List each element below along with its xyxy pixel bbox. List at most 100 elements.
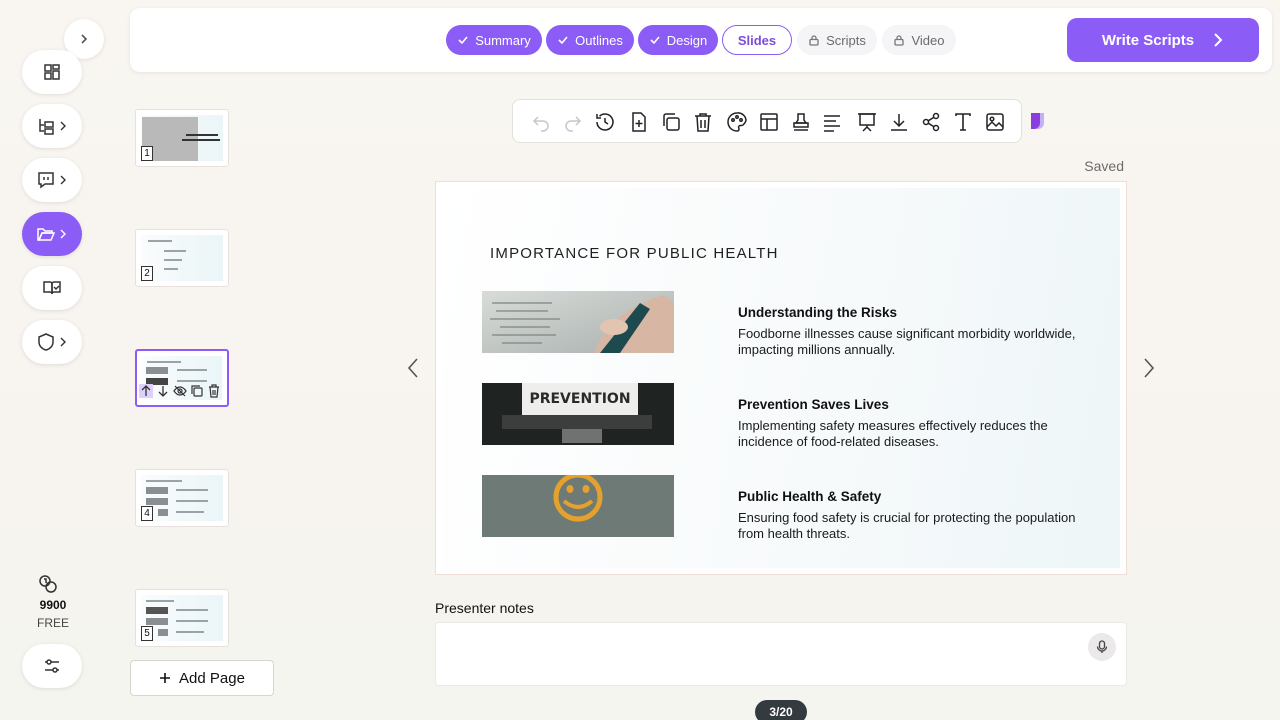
present-icon bbox=[858, 113, 876, 132]
step-slides[interactable]: Slides bbox=[722, 25, 792, 55]
chevron-right-icon bbox=[1214, 33, 1223, 47]
palette-icon bbox=[727, 112, 747, 132]
next-slide-arrow-icon[interactable] bbox=[1142, 356, 1156, 380]
lock-icon bbox=[894, 35, 905, 46]
sliders-icon bbox=[45, 659, 59, 673]
editor-toolbar bbox=[512, 99, 1022, 143]
step-scripts[interactable]: Scripts bbox=[797, 25, 877, 55]
stamp-button[interactable] bbox=[790, 111, 812, 133]
move-up-icon[interactable] bbox=[139, 384, 153, 398]
delete-icon bbox=[695, 113, 711, 132]
check-icon bbox=[458, 36, 468, 45]
delete-slide-button[interactable] bbox=[692, 111, 714, 133]
chevron-right-icon bbox=[60, 121, 66, 131]
history-icon bbox=[596, 113, 614, 131]
coins-icon bbox=[39, 575, 57, 593]
delete-icon[interactable] bbox=[207, 384, 221, 398]
image-button[interactable] bbox=[984, 111, 1006, 133]
align-button[interactable] bbox=[821, 111, 843, 133]
chat-icon bbox=[38, 172, 54, 189]
undo-button[interactable] bbox=[530, 111, 552, 133]
point-3-body[interactable]: Ensuring food safety is crucial for prot… bbox=[738, 510, 1078, 542]
duplicate-icon[interactable] bbox=[190, 384, 204, 398]
duplicate-slide-button[interactable] bbox=[660, 111, 682, 133]
duplicate-icon bbox=[663, 113, 680, 131]
slide-thumbnail-5[interactable]: 5 bbox=[135, 589, 229, 647]
chevron-right-icon bbox=[60, 175, 66, 185]
move-down-icon[interactable] bbox=[156, 384, 170, 398]
add-slide-icon bbox=[632, 112, 646, 132]
svg-text:PREVENTION: PREVENTION bbox=[529, 391, 630, 407]
sidebar-item-dashboard[interactable] bbox=[22, 50, 82, 94]
folder-open-icon bbox=[37, 228, 56, 241]
history-button[interactable] bbox=[594, 111, 616, 133]
slide-image-prevention[interactable]: PREVENTION bbox=[482, 383, 674, 445]
point-1-body[interactable]: Foodborne illnesses cause significant mo… bbox=[738, 326, 1078, 358]
undo-icon bbox=[532, 116, 549, 132]
credits-value: 9900 bbox=[39, 598, 67, 612]
smiley-face-image-icon bbox=[482, 475, 674, 537]
align-icon bbox=[824, 115, 840, 132]
redo-icon bbox=[565, 116, 582, 132]
share-button[interactable] bbox=[920, 111, 942, 133]
hide-icon[interactable] bbox=[173, 384, 187, 398]
save-status: Saved bbox=[1084, 158, 1124, 174]
point-2-title[interactable]: Prevention Saves Lives bbox=[738, 397, 889, 412]
presenter-notes-input[interactable] bbox=[435, 622, 1127, 686]
slide-image-smiley[interactable] bbox=[482, 475, 674, 537]
lock-icon bbox=[809, 35, 819, 46]
plan-label: FREE bbox=[36, 616, 69, 630]
theme-button[interactable] bbox=[726, 111, 748, 133]
previous-slide-arrow-icon[interactable] bbox=[406, 356, 420, 380]
settings-button[interactable] bbox=[22, 644, 82, 688]
sidebar-item-book[interactable] bbox=[22, 266, 82, 310]
chevron-right-icon bbox=[60, 337, 66, 347]
book-check-icon bbox=[43, 281, 61, 295]
layout-button[interactable] bbox=[758, 111, 780, 133]
shield-icon bbox=[38, 333, 54, 351]
sidebar-item-security[interactable] bbox=[22, 320, 82, 364]
point-1-title[interactable]: Understanding the Risks bbox=[738, 305, 897, 320]
dashboard-icon bbox=[44, 64, 60, 80]
text-icon bbox=[955, 113, 971, 131]
step-video[interactable]: Video bbox=[882, 25, 956, 55]
add-page-button[interactable]: Add Page bbox=[130, 660, 274, 696]
chevron-right-icon bbox=[81, 34, 88, 44]
slide-canvas[interactable]: IMPORTANCE FOR PUBLIC HEALTH Understandi… bbox=[435, 181, 1127, 575]
text-button[interactable] bbox=[952, 111, 974, 133]
top-bar: Summary Outlines Design Slides Scripts V… bbox=[130, 8, 1272, 72]
add-slide-button[interactable] bbox=[628, 111, 650, 133]
ai-assistant-icon[interactable] bbox=[1028, 111, 1050, 133]
slide-title[interactable]: IMPORTANCE FOR PUBLIC HEALTH bbox=[490, 245, 779, 262]
point-3-title[interactable]: Public Health & Safety bbox=[738, 489, 881, 504]
write-scripts-button[interactable]: Write Scripts bbox=[1067, 18, 1259, 62]
thumbnail-toolbar bbox=[139, 384, 221, 398]
present-button[interactable] bbox=[856, 111, 878, 133]
step-summary[interactable]: Summary bbox=[446, 25, 542, 55]
sidebar-item-folder[interactable] bbox=[22, 212, 82, 256]
typewriter-image-icon: PREVENTION bbox=[482, 383, 674, 445]
check-icon bbox=[558, 36, 568, 45]
chevron-right-icon bbox=[60, 229, 66, 239]
slide-thumbnail-4[interactable]: 4 bbox=[135, 469, 229, 527]
hand-writing-image-icon bbox=[482, 291, 674, 353]
slide-thumbnail-2[interactable]: 2 bbox=[135, 229, 229, 287]
sidebar-item-outlines[interactable] bbox=[22, 104, 82, 148]
microphone-icon bbox=[1096, 640, 1108, 653]
slide: IMPORTANCE FOR PUBLIC HEALTH Understandi… bbox=[442, 188, 1120, 568]
stamp-icon bbox=[793, 113, 809, 131]
slide-thumbnail-1[interactable]: 1 bbox=[135, 109, 229, 167]
step-outlines[interactable]: Outlines bbox=[546, 25, 634, 55]
point-2-body[interactable]: Implementing safety measures effectively… bbox=[738, 418, 1078, 450]
step-design[interactable]: Design bbox=[638, 25, 718, 55]
redo-button[interactable] bbox=[562, 111, 584, 133]
sidebar-item-chat[interactable] bbox=[22, 158, 82, 202]
slide-thumbnail-3[interactable] bbox=[135, 349, 229, 407]
download-button[interactable] bbox=[888, 111, 910, 133]
share-icon bbox=[922, 112, 940, 132]
download-icon bbox=[891, 114, 907, 131]
slide-image-writing[interactable] bbox=[482, 291, 674, 353]
voice-input-button[interactable] bbox=[1088, 633, 1116, 661]
page-counter: 3/20 bbox=[755, 700, 807, 720]
check-icon bbox=[650, 36, 660, 45]
